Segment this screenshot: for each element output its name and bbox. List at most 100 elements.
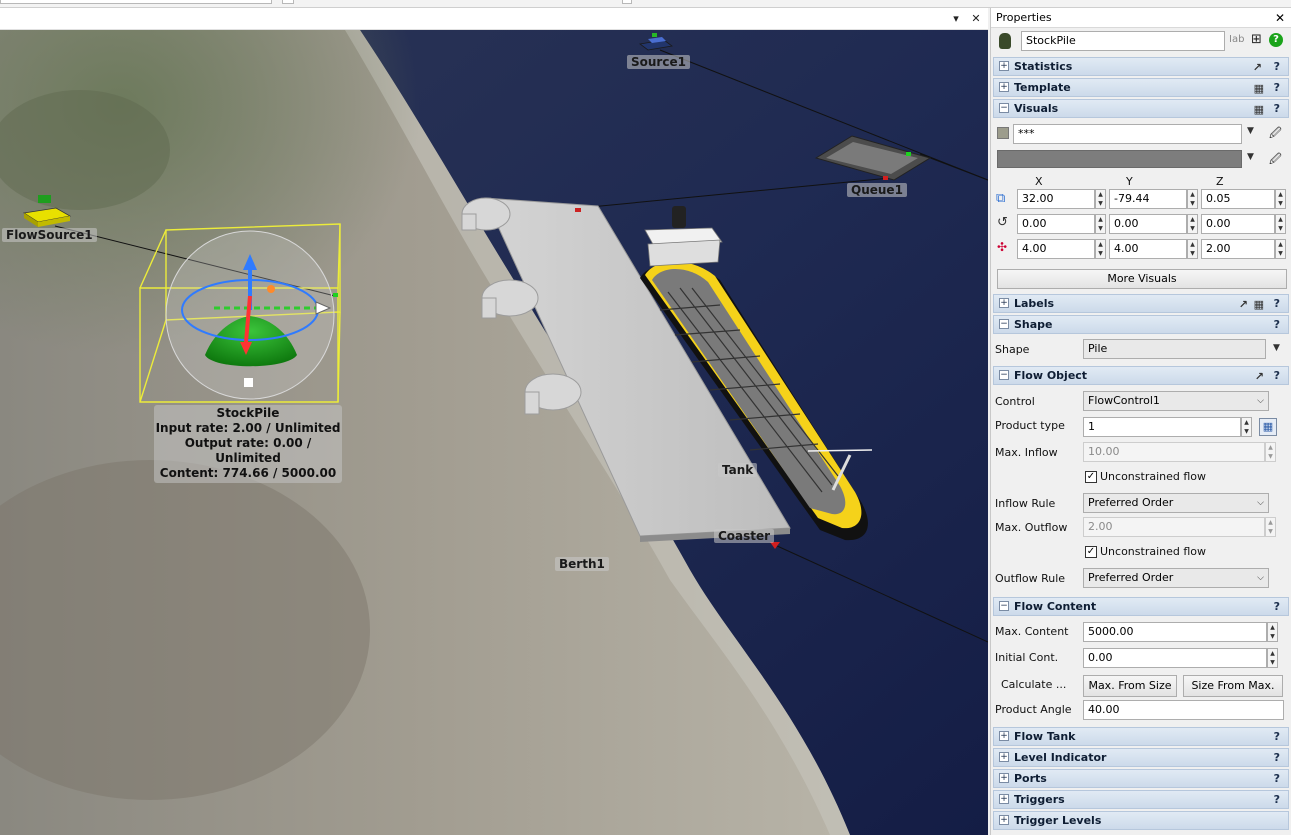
size-from-max-button[interactable]: Size From Max. [1183, 675, 1283, 697]
unconstrained-inflow-checkbox[interactable]: ✓ [1085, 471, 1097, 483]
berth1-label[interactable]: Berth1 [555, 557, 609, 571]
color-dropdown-icon[interactable]: ▼ [1247, 126, 1254, 136]
expand-icon[interactable]: + [999, 82, 1009, 92]
position-y-input[interactable]: -79.44 [1109, 189, 1187, 209]
toolbar-field-right[interactable] [622, 0, 632, 4]
help-question-icon[interactable]: ? [1274, 316, 1280, 333]
coaster-label[interactable]: Coaster [714, 529, 775, 543]
rotation-y-spinner[interactable]: ▲ ▼ [1187, 214, 1198, 234]
section-labels[interactable]: + Labels ↗ ▦ ? [993, 294, 1289, 313]
collapse-icon[interactable]: − [999, 103, 1009, 113]
initial-content-input[interactable]: 0.00 [1083, 648, 1267, 668]
model-3d-view[interactable]: ▾ ✕ Source1 Queue1 FlowSource1 Tank Coas… [0, 8, 988, 835]
inflow-rule-select[interactable]: Preferred Order ⌵ [1083, 493, 1269, 513]
initial-content-spinner[interactable]: ▲ ▼ [1267, 648, 1278, 668]
help-question-icon[interactable]: ? [1274, 58, 1280, 75]
template-icon[interactable]: ▦ [1254, 296, 1264, 313]
unconstrained-outflow-checkbox[interactable]: ✓ [1085, 546, 1097, 558]
size-y-input[interactable]: 4.00 [1109, 239, 1187, 259]
section-level-indicator[interactable]: + Level Indicator ? [993, 748, 1289, 767]
collapse-icon[interactable]: − [999, 601, 1009, 611]
section-trigger-levels[interactable]: + Trigger Levels [993, 811, 1289, 830]
product-type-input[interactable]: 1 [1083, 417, 1241, 437]
section-flow-content[interactable]: − Flow Content ? [993, 597, 1289, 616]
expand-icon[interactable]: + [999, 773, 1009, 783]
max-content-spinner[interactable]: ▲ ▼ [1267, 622, 1278, 642]
expand-icon[interactable]: + [999, 794, 1009, 804]
collapse-icon[interactable]: − [999, 370, 1009, 380]
rotation-z-input[interactable]: 0.00 [1201, 214, 1275, 234]
template-icon[interactable]: ▦ [1254, 80, 1264, 97]
section-visuals[interactable]: − Visuals ▦ ? [993, 99, 1289, 118]
expand-icon[interactable]: + [999, 298, 1009, 308]
help-question-icon[interactable]: ? [1274, 791, 1280, 808]
help-question-icon[interactable]: ? [1274, 728, 1280, 745]
size-z-spinner[interactable]: ▲ ▼ [1275, 239, 1286, 259]
position-z-spinner[interactable]: ▲ ▼ [1275, 189, 1286, 209]
section-template[interactable]: + Template ▦ ? [993, 78, 1289, 97]
pin-dropdown-icon[interactable]: ▾ [948, 11, 964, 27]
product-type-spinner[interactable]: ▲ ▼ [1241, 417, 1252, 437]
section-ports[interactable]: + Ports ? [993, 769, 1289, 788]
max-from-size-button[interactable]: Max. From Size [1083, 675, 1177, 697]
table-icon[interactable]: ▦ [1259, 418, 1277, 436]
object-name-input[interactable]: StockPile [1021, 31, 1225, 51]
position-x-spinner[interactable]: ▲ ▼ [1095, 189, 1106, 209]
max-outflow-input[interactable]: 2.00 [1083, 517, 1265, 537]
flowsource1-label[interactable]: FlowSource1 [2, 228, 97, 242]
section-flow-tank[interactable]: + Flow Tank ? [993, 727, 1289, 746]
rotation-y-input[interactable]: 0.00 [1109, 214, 1187, 234]
help-question-icon[interactable]: ? [1274, 79, 1280, 96]
expand-icon[interactable]: + [999, 61, 1009, 71]
pin-icon[interactable]: ↗ [1255, 368, 1264, 385]
outflow-rule-select[interactable]: Preferred Order ⌵ [1083, 568, 1269, 588]
shape-select[interactable]: Pile [1083, 339, 1266, 359]
stockpile-stats-label[interactable]: StockPile Input rate: 2.00 / Unlimited O… [154, 405, 342, 483]
more-visuals-button[interactable]: More Visuals [997, 269, 1287, 289]
size-x-spinner[interactable]: ▲ ▼ [1095, 239, 1106, 259]
template-icon[interactable]: ▦ [1254, 101, 1264, 118]
close-view-icon[interactable]: ✕ [968, 11, 984, 27]
max-inflow-input[interactable]: 10.00 [1083, 442, 1265, 462]
collapse-icon[interactable]: − [999, 319, 1009, 329]
expand-icon[interactable]: + [999, 731, 1009, 741]
help-icon[interactable]: ? [1269, 33, 1283, 47]
expand-icon[interactable]: + [999, 752, 1009, 762]
help-question-icon[interactable]: ? [1274, 598, 1280, 615]
section-triggers[interactable]: + Triggers ? [993, 790, 1289, 809]
help-question-icon[interactable]: ? [1274, 295, 1280, 312]
tree-icon[interactable]: ⊞ [1251, 32, 1262, 47]
label-icon[interactable]: Iab [1229, 34, 1244, 45]
pin-icon[interactable]: ↗ [1239, 296, 1248, 313]
section-statistics[interactable]: + Statistics ↗ ? [993, 57, 1289, 76]
queue1-label[interactable]: Queue1 [847, 183, 907, 197]
eyedropper-icon[interactable]: 🖉 [1269, 150, 1282, 171]
section-shape[interactable]: − Shape ? [993, 315, 1289, 334]
help-question-icon[interactable]: ? [1274, 770, 1280, 787]
shape-select-arrow-icon[interactable]: ▼ [1273, 343, 1280, 353]
position-z-input[interactable]: 0.05 [1201, 189, 1275, 209]
pin-icon[interactable]: ↗ [1253, 59, 1262, 76]
shape-dropdown-icon[interactable]: ▼ [1247, 152, 1254, 162]
scene-canvas[interactable]: Source1 Queue1 FlowSource1 Tank Coaster … [0, 30, 988, 835]
position-x-input[interactable]: 32.00 [1017, 189, 1095, 209]
max-inflow-spinner[interactable]: ▲ ▼ [1265, 442, 1276, 462]
eyedropper-icon[interactable]: 🖉 [1269, 124, 1282, 145]
rotation-z-spinner[interactable]: ▲ ▼ [1275, 214, 1286, 234]
control-select[interactable]: FlowControl1 ⌵ [1083, 391, 1269, 411]
max-outflow-spinner[interactable]: ▲ ▼ [1265, 517, 1276, 537]
help-question-icon[interactable]: ? [1274, 367, 1280, 384]
product-angle-input[interactable]: 40.00 [1083, 700, 1284, 720]
help-question-icon[interactable]: ? [1274, 749, 1280, 766]
rotation-x-input[interactable]: 0.00 [1017, 214, 1095, 234]
size-x-input[interactable]: 4.00 [1017, 239, 1095, 259]
size-z-input[interactable]: 2.00 [1201, 239, 1275, 259]
rotation-x-spinner[interactable]: ▲ ▼ [1095, 214, 1106, 234]
toolbar-field-left[interactable] [0, 0, 272, 4]
source1-label[interactable]: Source1 [627, 55, 690, 69]
size-y-spinner[interactable]: ▲ ▼ [1187, 239, 1198, 259]
max-content-input[interactable]: 5000.00 [1083, 622, 1267, 642]
shape-file-field[interactable] [997, 150, 1242, 168]
tank-label[interactable]: Tank [718, 463, 758, 477]
color-input[interactable]: *** [1013, 124, 1242, 144]
